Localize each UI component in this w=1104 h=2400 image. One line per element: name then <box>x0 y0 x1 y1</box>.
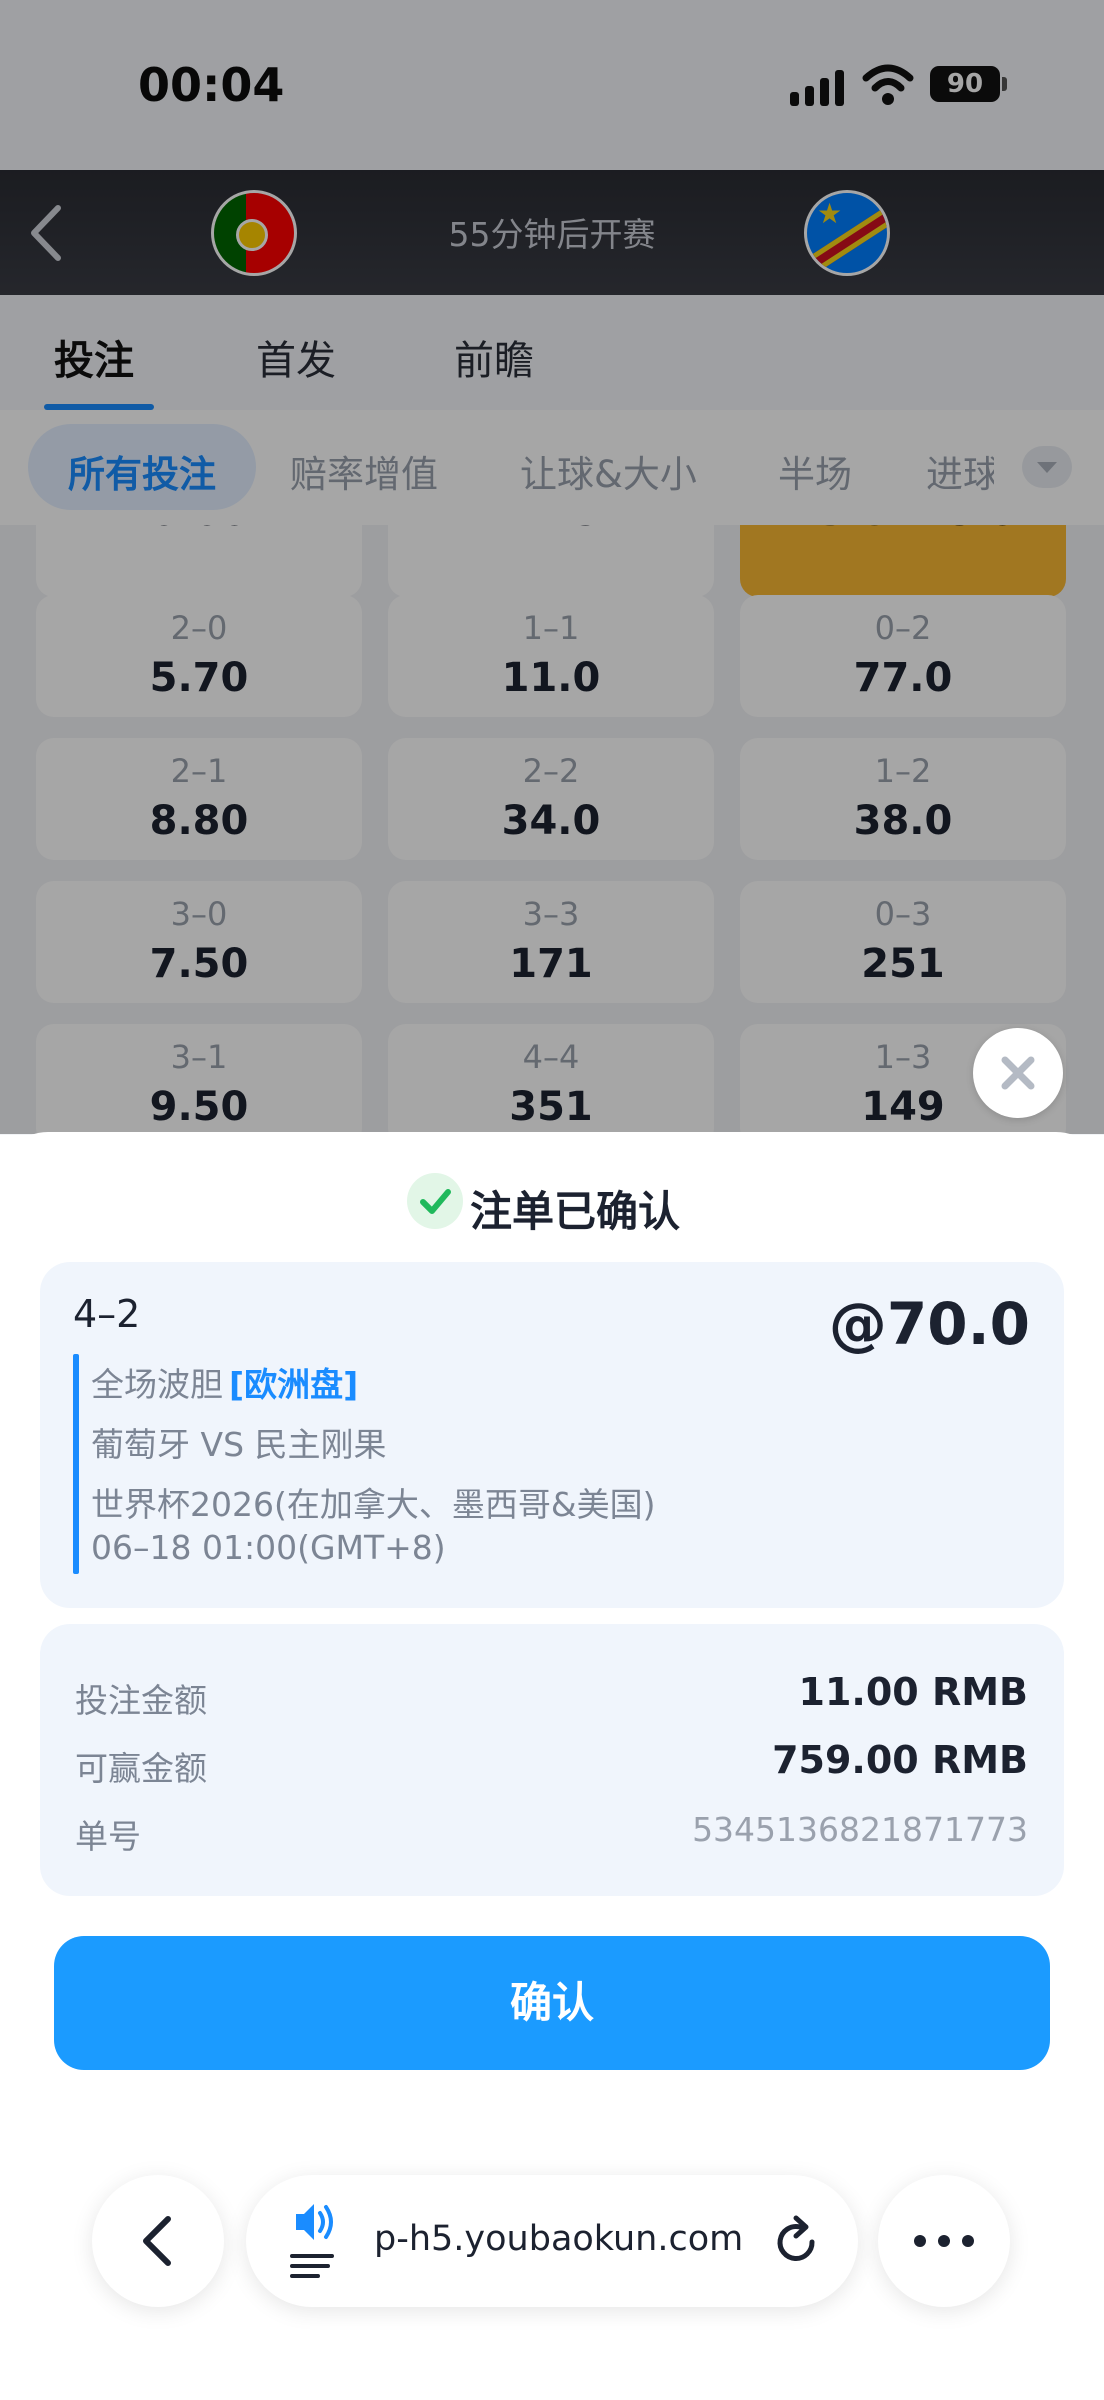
ticket-label: 单号 <box>75 1817 141 1856</box>
browser-more-button[interactable] <box>878 2175 1010 2307</box>
url-text: p-h5.youbaokun.com <box>374 2219 744 2259</box>
payout-value: 759.00 RMB <box>772 1738 1028 1782</box>
browser-back-button[interactable] <box>92 2175 224 2307</box>
ticket-number: 5345136821871773 <box>692 1810 1028 1849</box>
reader-audio-icon[interactable] <box>288 2200 340 2284</box>
payout-label: 可赢金额 <box>75 1749 207 1788</box>
modal-backdrop[interactable] <box>0 0 1104 1134</box>
reload-icon[interactable] <box>772 2212 822 2270</box>
selection-accent-bar <box>73 1354 79 1574</box>
check-circle-icon <box>407 1173 463 1229</box>
confirm-button[interactable]: 确认 <box>54 1936 1050 2070</box>
match-teams: 葡萄牙 VS 民主刚果 <box>91 1425 387 1464</box>
selected-odds: @70.0 <box>828 1290 1030 1358</box>
chevron-left-icon <box>143 2216 171 2266</box>
bet-type: 全场波胆 [欧洲盘] <box>91 1358 358 1406</box>
bet-type-label: 全场波胆 <box>91 1365 223 1404</box>
sheet-title: 注单已确认 <box>470 1187 681 1236</box>
close-icon <box>1001 1056 1035 1090</box>
competition-name: 世界杯2026(在加拿大、墨西哥&美国) <box>91 1485 656 1524</box>
market-tag: [欧洲盘] <box>229 1365 359 1404</box>
selected-score: 4–2 <box>73 1292 141 1336</box>
close-button[interactable] <box>973 1028 1063 1118</box>
match-datetime: 06–18 01:00(GMT+8) <box>91 1528 446 1567</box>
more-dots-icon <box>914 2235 974 2247</box>
stake-value: 11.00 RMB <box>798 1670 1028 1714</box>
stake-label: 投注金额 <box>75 1681 207 1720</box>
